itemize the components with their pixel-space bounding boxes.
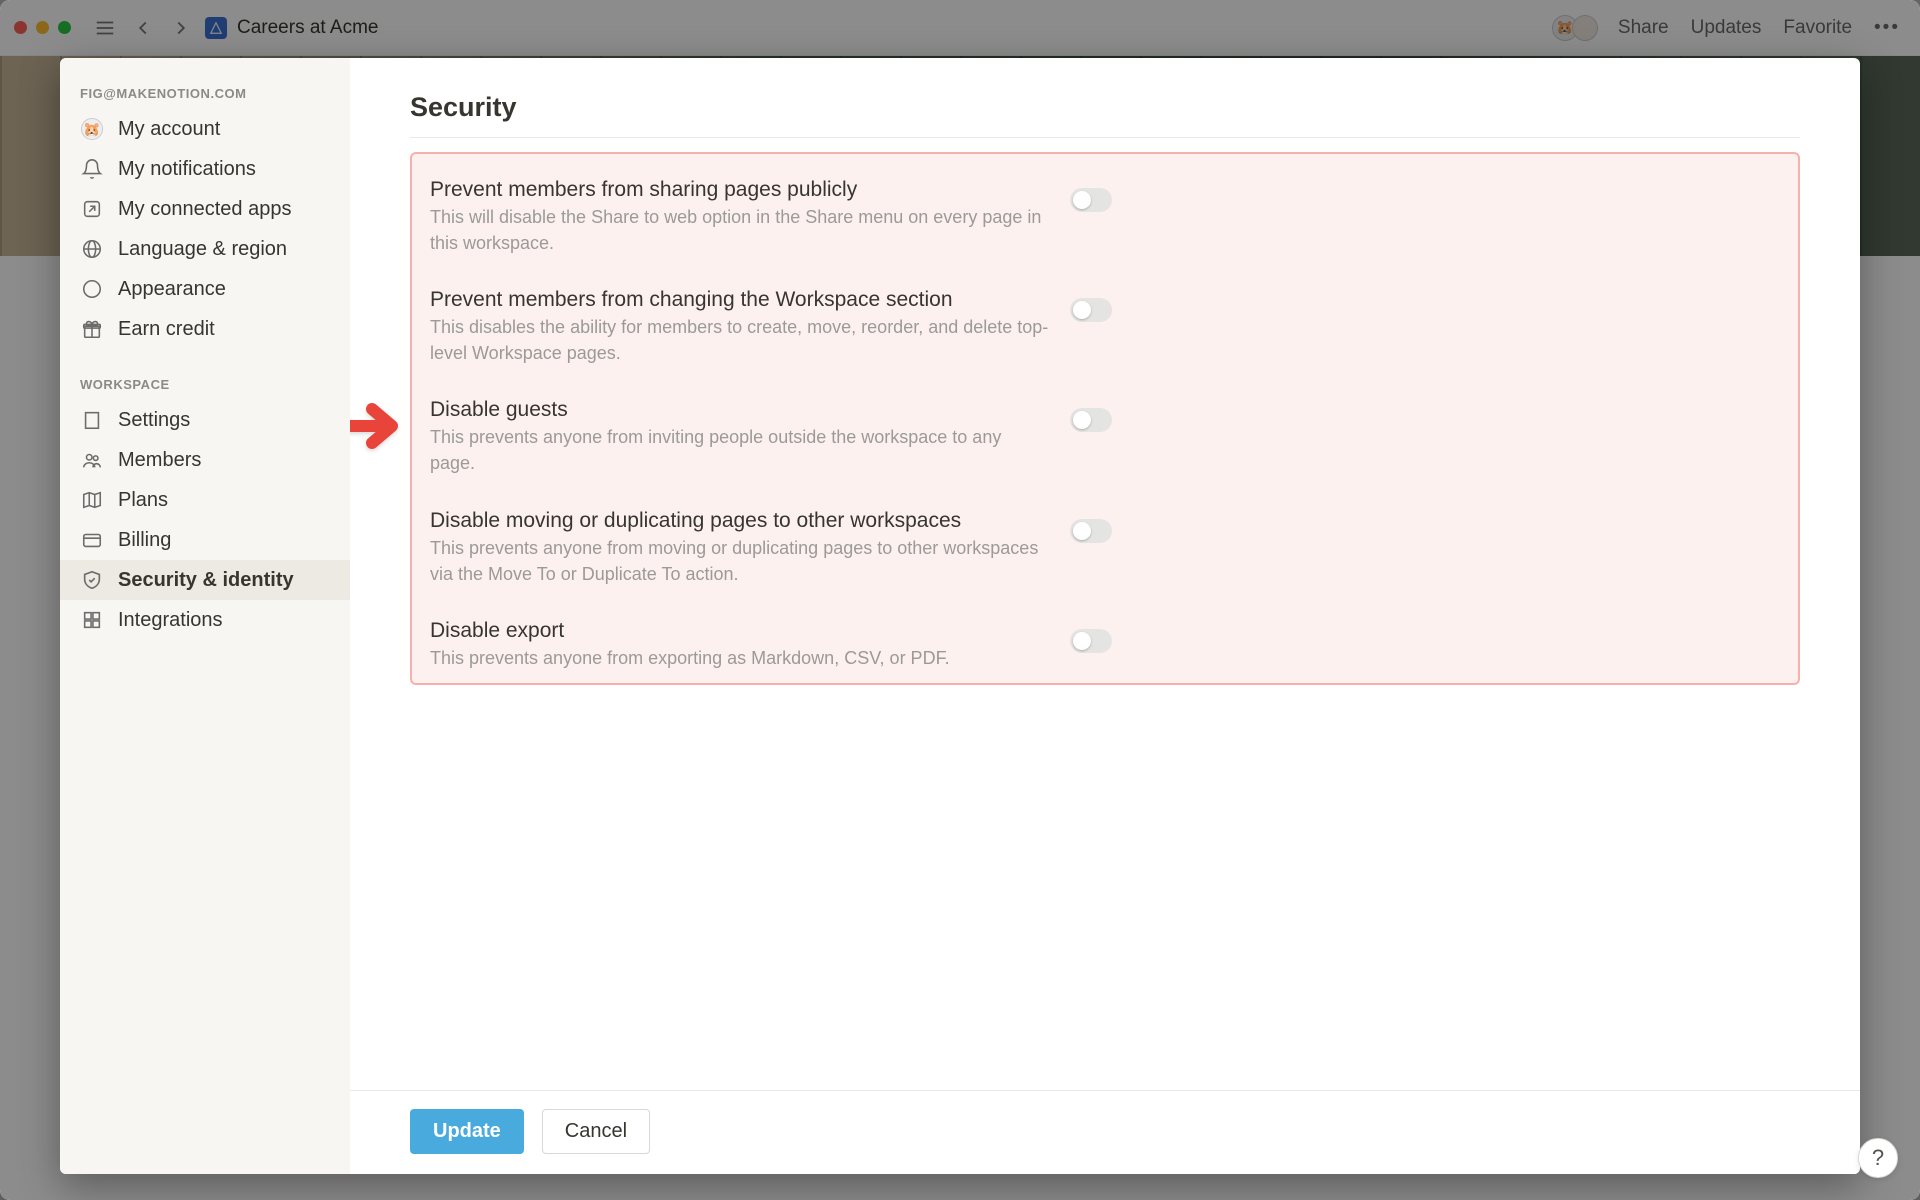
bell-icon	[80, 157, 104, 181]
modal-footer: Update Cancel	[350, 1090, 1860, 1174]
cancel-button[interactable]: Cancel	[542, 1109, 650, 1154]
sidebar-item-language-region[interactable]: Language & region	[60, 229, 350, 269]
sidebar-item-settings[interactable]: Settings	[60, 400, 350, 440]
person-icon: 🐹	[80, 117, 104, 141]
settings-content: Security Prevent members from sharing pa…	[350, 58, 1860, 1174]
sidebar-item-appearance[interactable]: Appearance	[60, 269, 350, 309]
setting-title: Disable moving or duplicating pages to o…	[430, 509, 1050, 533]
toggle-disable-move-duplicate[interactable]	[1070, 519, 1112, 543]
sidebar-workspace-header: WORKSPACE	[60, 367, 350, 400]
setting-desc: This disables the ability for members to…	[430, 314, 1050, 366]
setting-desc: This will disable the Share to web optio…	[430, 204, 1050, 256]
sidebar-item-my-notifications[interactable]: My notifications	[60, 149, 350, 189]
toggle-disable-guests[interactable]	[1070, 408, 1112, 432]
sidebar-item-label: My account	[118, 118, 220, 141]
sidebar-item-billing[interactable]: Billing	[60, 520, 350, 560]
help-button[interactable]: ?	[1858, 1138, 1898, 1178]
sidebar-item-label: Billing	[118, 529, 171, 552]
sidebar-account-header: FIG@MAKENOTION.COM	[60, 76, 350, 109]
sidebar-item-label: Language & region	[118, 238, 287, 261]
sidebar-item-security[interactable]: Security & identity	[60, 560, 350, 600]
settings-sidebar: FIG@MAKENOTION.COM 🐹 My account My notif…	[60, 58, 350, 1174]
toggle-disable-export[interactable]	[1070, 629, 1112, 653]
app-window: Careers at Acme 🐹 Share Updates Favorite…	[0, 0, 1920, 1200]
help-icon: ?	[1872, 1145, 1884, 1171]
sidebar-item-label: Plans	[118, 489, 168, 512]
grid-icon	[80, 608, 104, 632]
toggle-prevent-workspace-change[interactable]	[1070, 298, 1112, 322]
update-button[interactable]: Update	[410, 1109, 524, 1154]
moon-icon	[80, 277, 104, 301]
setting-title: Disable guests	[430, 398, 1050, 422]
toggle-prevent-public-share[interactable]	[1070, 188, 1112, 212]
callout-highlight-box: Prevent members from sharing pages publi…	[410, 152, 1800, 685]
building-icon	[80, 408, 104, 432]
setting-desc: This prevents anyone from moving or dupl…	[430, 535, 1050, 587]
sidebar-item-label: Appearance	[118, 278, 226, 301]
setting-prevent-workspace-change: Prevent members from changing the Worksp…	[416, 274, 1794, 384]
callout-arrow-icon	[350, 399, 408, 458]
sidebar-item-members[interactable]: Members	[60, 440, 350, 480]
sidebar-item-label: Settings	[118, 409, 190, 432]
gift-icon	[80, 317, 104, 341]
sidebar-item-my-account[interactable]: 🐹 My account	[60, 109, 350, 149]
shield-check-icon	[80, 568, 104, 592]
settings-modal: FIG@MAKENOTION.COM 🐹 My account My notif…	[60, 58, 1860, 1174]
sidebar-item-label: Security & identity	[118, 569, 294, 592]
setting-disable-guests: Disable guests This prevents anyone from…	[416, 384, 1794, 494]
section-title: Security	[410, 92, 1800, 138]
sidebar-item-plans[interactable]: Plans	[60, 480, 350, 520]
setting-disable-export: Disable export This prevents anyone from…	[416, 605, 1794, 677]
sidebar-item-label: Earn credit	[118, 318, 215, 341]
members-icon	[80, 448, 104, 472]
sidebar-item-label: Members	[118, 449, 201, 472]
setting-title: Disable export	[430, 619, 1050, 643]
card-icon	[80, 528, 104, 552]
sidebar-item-label: My connected apps	[118, 198, 291, 221]
map-icon	[80, 488, 104, 512]
sidebar-item-integrations[interactable]: Integrations	[60, 600, 350, 640]
arrow-up-right-box-icon	[80, 197, 104, 221]
setting-desc: This prevents anyone from inviting peopl…	[430, 424, 1050, 476]
setting-title: Prevent members from changing the Worksp…	[430, 288, 1050, 312]
sidebar-item-label: Integrations	[118, 609, 223, 632]
setting-disable-move-duplicate: Disable moving or duplicating pages to o…	[416, 495, 1794, 605]
sidebar-item-label: My notifications	[118, 158, 256, 181]
setting-desc: This prevents anyone from exporting as M…	[430, 645, 1050, 671]
setting-title: Prevent members from sharing pages publi…	[430, 178, 1050, 202]
sidebar-item-connected-apps[interactable]: My connected apps	[60, 189, 350, 229]
setting-prevent-public-share: Prevent members from sharing pages publi…	[416, 164, 1794, 274]
globe-icon	[80, 237, 104, 261]
sidebar-item-earn-credit[interactable]: Earn credit	[60, 309, 350, 349]
